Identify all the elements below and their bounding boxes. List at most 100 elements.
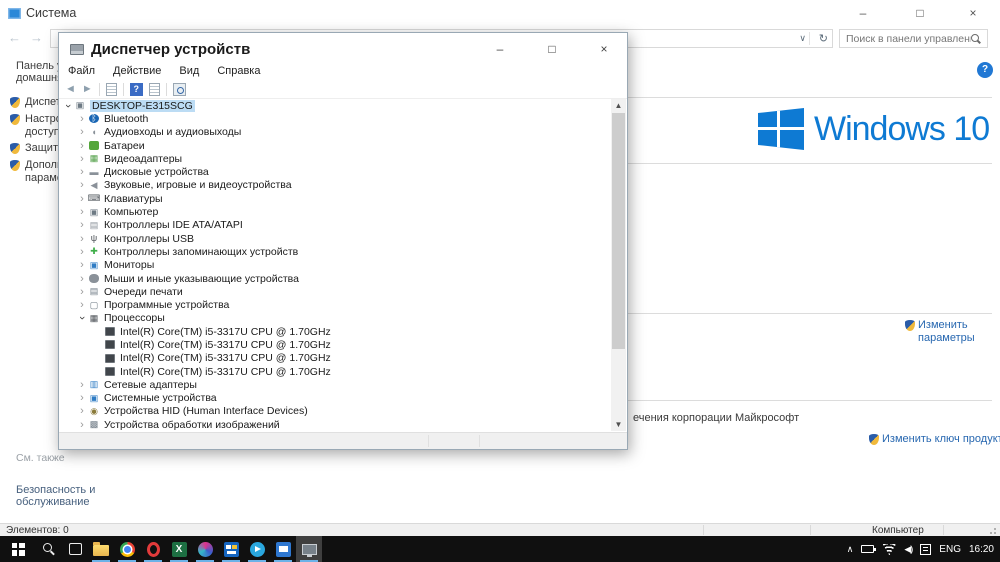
tree-node-cpu-chip[interactable]: Intel(R) Core(TM) i5-3317U CPU @ 1.70GHz: [60, 325, 611, 338]
tree-node-ide-controller[interactable]: › ▤ Контроллеры IDE ATA/ATAPI: [60, 219, 611, 232]
expand-icon[interactable]: ›: [76, 233, 88, 244]
tree-node-label[interactable]: Сетевые адаптеры: [104, 379, 197, 391]
back-button[interactable]: ←: [8, 30, 21, 45]
expand-icon[interactable]: ›: [76, 273, 88, 284]
tree-node-printer[interactable]: › ▤ Очереди печати: [60, 285, 611, 298]
menu-help[interactable]: Справка: [208, 63, 269, 80]
taskbar-chrome-app[interactable]: [114, 536, 140, 562]
tree-node-network-adapter[interactable]: › ▥ Сетевые адаптеры: [60, 378, 611, 391]
tree-node-label[interactable]: Intel(R) Core(TM) i5-3317U CPU @ 1.70GHz: [120, 366, 331, 378]
expand-icon[interactable]: ›: [76, 393, 88, 404]
expand-icon[interactable]: ›: [76, 180, 88, 191]
tree-node-cpu-chip[interactable]: Intel(R) Core(TM) i5-3317U CPU @ 1.70GHz: [60, 338, 611, 351]
show-icon[interactable]: [148, 82, 160, 96]
taskbar-opera-app[interactable]: [140, 536, 166, 562]
collapse-icon[interactable]: ›: [62, 100, 74, 112]
tree-node-mouse[interactable]: › Мыши и иные указывающие устройства: [60, 272, 611, 285]
tree-node-system-device[interactable]: › ▣ Системные устройства: [60, 392, 611, 405]
toolbar-forward-icon[interactable]: ►: [82, 83, 93, 95]
tree-node-label[interactable]: Дисковые устройства: [104, 166, 209, 178]
system-maximize-button[interactable]: □: [905, 4, 935, 22]
tree-node-label[interactable]: Программные устройства: [104, 299, 229, 311]
clock[interactable]: 16:20: [969, 544, 994, 555]
address-dropdown-icon[interactable]: ∨: [799, 33, 806, 44]
scrollbar-thumb[interactable]: [612, 113, 625, 349]
tree-node-label[interactable]: Батареи: [104, 140, 145, 152]
menu-view[interactable]: Вид: [170, 63, 208, 80]
toolbar-help-icon[interactable]: ?: [129, 82, 143, 96]
tree-node-label[interactable]: Процессоры: [104, 312, 165, 324]
language-indicator[interactable]: ENG: [939, 544, 961, 555]
tree-node-computer[interactable]: › ▣ Компьютер: [60, 205, 611, 218]
search-input[interactable]: Поиск в панели управления: [839, 29, 988, 48]
tree-node-label[interactable]: Устройства HID (Human Interface Devices): [104, 405, 308, 417]
tree-node-label[interactable]: Мониторы: [104, 259, 154, 271]
taskbar-telegram-app[interactable]: [244, 536, 270, 562]
taskbar-movies-app-app[interactable]: [270, 536, 296, 562]
system-minimize-button[interactable]: –: [848, 4, 878, 22]
expand-icon[interactable]: ›: [76, 207, 88, 218]
tree-node-audio-inputs[interactable]: › ◖ Аудиовходы и аудиовыходы: [60, 126, 611, 139]
dm-close-button[interactable]: ×: [587, 39, 621, 59]
help-icon[interactable]: ?: [977, 62, 993, 78]
tree-node-label[interactable]: Звуковые, игровые и видеоустройства: [104, 179, 292, 191]
expand-icon[interactable]: ›: [76, 419, 88, 430]
expand-icon[interactable]: ›: [76, 127, 88, 138]
taskbar-file-explorer-app[interactable]: [88, 536, 114, 562]
tree-node-keyboard[interactable]: › ⌨ Клавиатуры: [60, 192, 611, 205]
tree-node-disk-drive[interactable]: › ▬ Дисковые устройства: [60, 165, 611, 178]
tree-node-cpu-chip[interactable]: Intel(R) Core(TM) i5-3317U CPU @ 1.70GHz: [60, 365, 611, 378]
tray-expand-icon[interactable]: ∧: [847, 544, 854, 555]
tree-node-storage-controller[interactable]: › ✚ Контроллеры запоминающих устройств: [60, 245, 611, 258]
tree-node-label[interactable]: Intel(R) Core(TM) i5-3317U CPU @ 1.70GHz: [120, 326, 331, 338]
system-close-button[interactable]: ×: [958, 4, 988, 22]
menu-file[interactable]: Файл: [59, 63, 104, 80]
battery-icon[interactable]: [861, 545, 877, 553]
vertical-scrollbar[interactable]: ▲ ▼: [611, 99, 626, 431]
volume-icon[interactable]: [904, 544, 912, 555]
expand-icon[interactable]: ›: [76, 140, 88, 151]
tree-node-label[interactable]: Intel(R) Core(TM) i5-3317U CPU @ 1.70GHz: [120, 339, 331, 351]
tree-node-processor[interactable]: › ▦ Процессоры: [60, 312, 611, 325]
tree-node-label[interactable]: Bluetooth: [104, 113, 148, 125]
tree-node-label[interactable]: Контроллеры запоминающих устройств: [104, 246, 298, 258]
tree-node-computer[interactable]: › ▣ DESKTOP-E315SCG: [60, 99, 611, 112]
expand-icon[interactable]: ›: [76, 260, 88, 271]
expand-icon[interactable]: ›: [76, 300, 88, 311]
expand-icon[interactable]: ›: [76, 379, 88, 390]
taskbar-photo-app-app[interactable]: [192, 536, 218, 562]
dm-maximize-button[interactable]: □: [535, 39, 569, 59]
tree-node-label[interactable]: DESKTOP-E315SCG: [90, 99, 195, 112]
taskbar-search-button[interactable]: [36, 536, 62, 562]
taskbar-start-button[interactable]: [0, 536, 36, 562]
taskbar-store-app-app[interactable]: [218, 536, 244, 562]
tree-node-label[interactable]: Intel(R) Core(TM) i5-3317U CPU @ 1.70GHz: [120, 352, 331, 364]
tree-node-label[interactable]: Компьютер: [104, 206, 158, 218]
properties-icon[interactable]: [105, 82, 117, 96]
collapse-icon[interactable]: ›: [76, 312, 88, 324]
tree-node-battery[interactable]: › Батареи: [60, 139, 611, 152]
tree-node-software-device[interactable]: › ▢ Программные устройства: [60, 298, 611, 311]
tree-node-label[interactable]: Аудиовходы и аудиовыходы: [104, 126, 241, 138]
resize-grip[interactable]: [994, 528, 996, 530]
wifi-icon[interactable]: [882, 543, 897, 555]
tree-node-hid-device[interactable]: › ◉ Устройства HID (Human Interface Device…: [60, 405, 611, 418]
tree-node-label[interactable]: Устройства обработки изображений: [104, 419, 280, 431]
forward-button[interactable]: →: [30, 30, 43, 45]
taskbar-task-view-button[interactable]: [62, 536, 88, 562]
tree-node-monitor[interactable]: › ▣ Мониторы: [60, 259, 611, 272]
dm-minimize-button[interactable]: –: [483, 39, 517, 59]
tree-node-label[interactable]: Очереди печати: [104, 286, 183, 298]
taskbar-excel-app[interactable]: [166, 536, 192, 562]
search-icon[interactable]: [971, 33, 981, 44]
change-settings-link[interactable]: Изменить параметры: [905, 319, 977, 345]
expand-icon[interactable]: ›: [76, 113, 88, 124]
tree-node-label[interactable]: Видеоадаптеры: [104, 153, 182, 165]
tree-node-sound[interactable]: › ◀ Звуковые, игровые и видеоустройства: [60, 179, 611, 192]
tree-node-label[interactable]: Мыши и иные указывающие устройства: [104, 273, 299, 285]
tree-node-bluetooth[interactable]: › ᛒ Bluetooth: [60, 112, 611, 125]
refresh-icon[interactable]: ↻: [819, 32, 828, 45]
tree-node-label[interactable]: Клавиатуры: [104, 193, 163, 205]
tree-node-label[interactable]: Системные устройства: [104, 392, 217, 404]
tree-node-usb-controller[interactable]: › ψ Контроллеры USB: [60, 232, 611, 245]
